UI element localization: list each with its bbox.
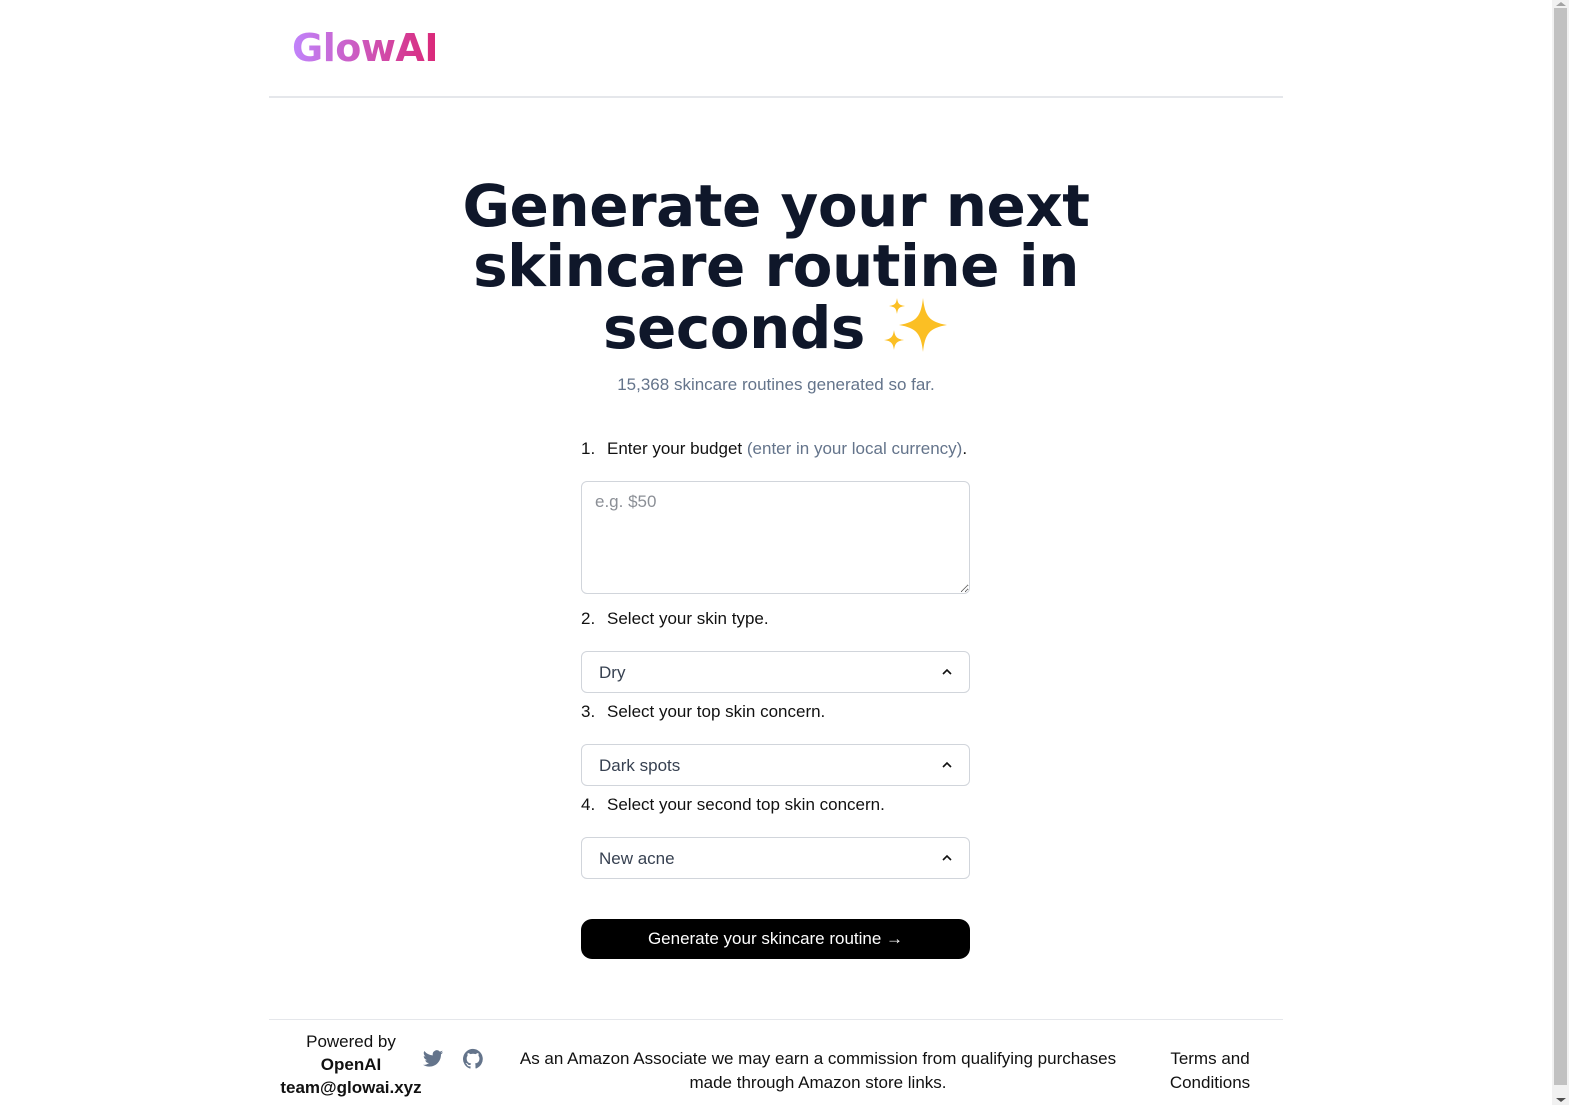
site-header: GlowAI [269,0,1283,98]
budget-input[interactable] [581,481,970,594]
logo[interactable]: GlowAI [292,26,438,70]
step-4-label: 4. Select your second top skin concern. [581,795,885,815]
chevron-up-icon [942,854,952,861]
provider-link[interactable]: OpenAI [321,1055,381,1074]
site-footer: Powered by OpenAI team@glowai.xyz As an … [269,1019,1283,1106]
page: GlowAI Generate your next skincare routi… [0,0,1552,1105]
step-1-hint: (enter in your local currency) [746,439,963,458]
step-2-label: 2. Select your skin type. [581,609,769,629]
second-concern-value: New acne [599,849,675,868]
twitter-icon[interactable] [422,1048,444,1070]
step-2-text: Select your skin type. [607,609,769,628]
generate-routine-button[interactable]: Generate your skincare routine → [581,919,970,959]
amazon-disclaimer: As an Amazon Associate we may earn a com… [519,1049,1117,1092]
scroll-thumb[interactable] [1554,8,1567,1085]
step-1-label: 1. Enter your budget (enter in your local… [581,439,967,459]
terms-link[interactable]: Terms and Conditions [1149,1047,1271,1095]
scroll-up-arrow-icon[interactable] [1556,2,1566,6]
step-1-number: 1. [581,439,596,458]
skin-type-select[interactable]: Dry [581,651,970,693]
step-4-number: 4. [581,795,596,814]
powered-by-label: Powered by [306,1032,396,1051]
step-3-number: 3. [581,702,596,721]
step-1-suffix: . [962,439,968,458]
github-icon[interactable] [462,1048,484,1070]
contact-email[interactable]: team@glowai.xyz [280,1078,421,1097]
vertical-scrollbar[interactable] [1552,0,1569,1105]
chevron-up-icon [942,761,952,768]
step-2-number: 2. [581,609,596,628]
step-3-text: Select your top skin concern. [607,702,826,721]
top-concern-select[interactable]: Dark spots [581,744,970,786]
powered-by: Powered by OpenAI team@glowai.xyz [269,1030,433,1099]
contact-email-wrap: team@glowai.xyz [269,1076,433,1099]
hero-title: Generate your next skincare routine in s… [440,176,1112,358]
sparkles-icon [883,298,947,352]
step-3-label: 3. Select your top skin concern. [581,702,825,722]
scroll-down-arrow-icon[interactable] [1556,1098,1566,1102]
chevron-up-icon [942,668,952,675]
step-4-text: Select your second top skin concern. [607,795,885,814]
step-1-text: Enter your budget [607,439,743,458]
routines-counter: 15,368 skincare routines generated so fa… [617,375,935,394]
skin-type-value: Dry [599,663,626,682]
hero-title-text: Generate your next skincare routine in s… [462,172,1090,362]
top-concern-value: Dark spots [599,756,681,775]
second-concern-select[interactable]: New acne [581,837,970,879]
provider-name: OpenAI [269,1053,433,1076]
